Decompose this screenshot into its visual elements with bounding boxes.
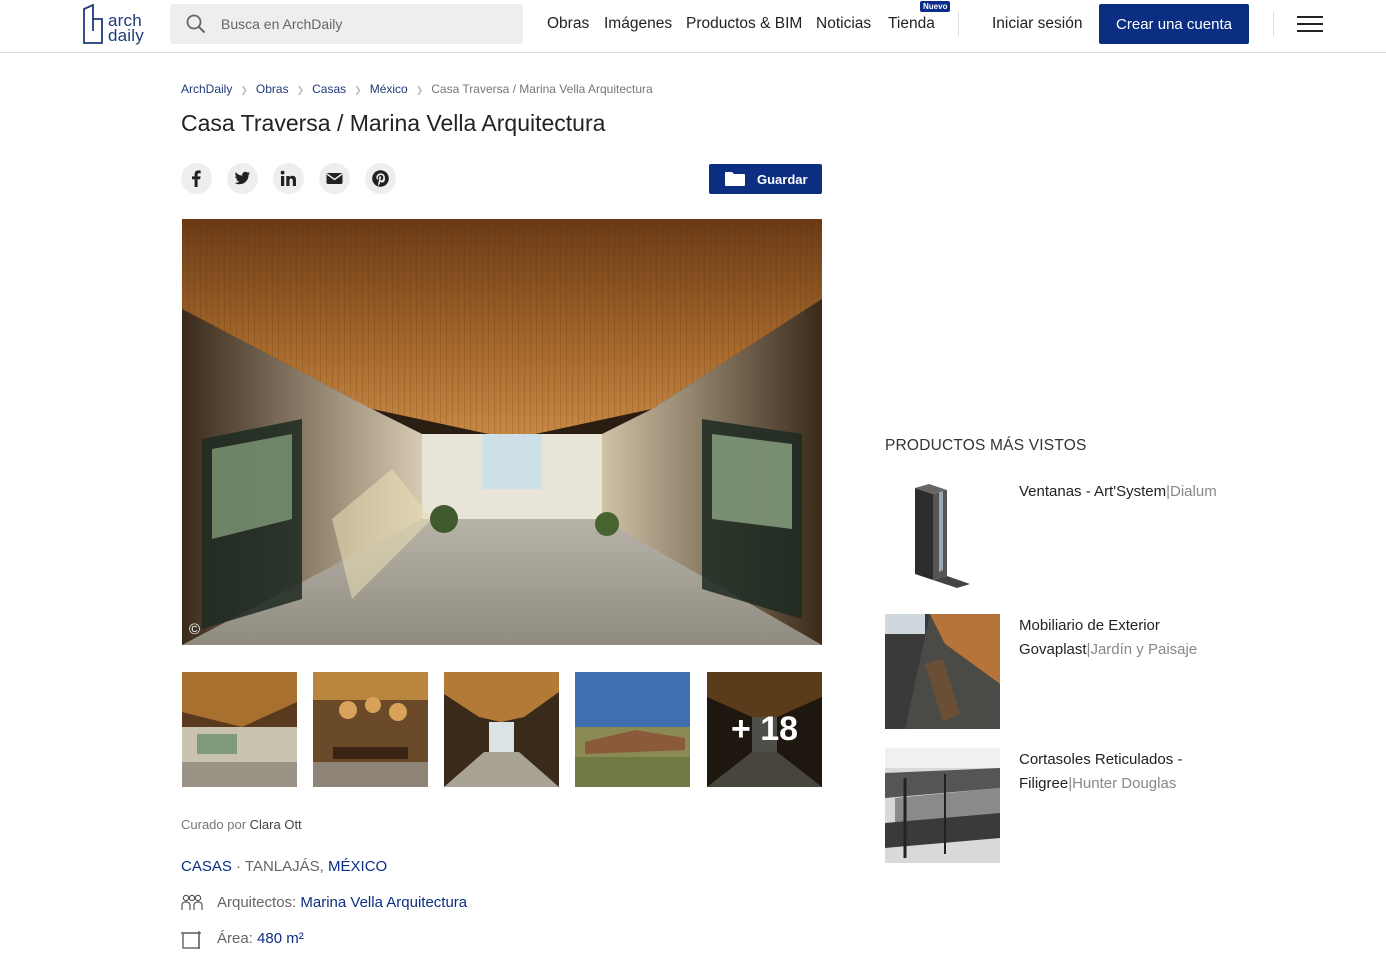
gallery-thumbnail[interactable] [575,672,690,787]
thumbnail-photo [575,672,690,787]
outdoor-furniture-photo [885,614,1000,729]
save-button[interactable]: Guardar [709,164,822,194]
breadcrumb: ArchDaily ❯ Obras ❯ Casas ❯ México ❯ Casa Traver… [181,82,653,96]
hero-image[interactable] [182,219,822,645]
page-title: Casa Traversa / Marina Vella Arquitectur… [181,110,606,136]
people-icon [181,894,203,910]
gallery-more-button[interactable]: + 18 [707,672,822,787]
area-label: Área: [217,930,253,947]
email-icon [326,173,343,184]
area-icon [181,931,201,949]
login-link[interactable]: Iniciar sesión [992,15,1082,33]
more-photos-label: + 18 [707,672,822,787]
nav-obras[interactable]: Obras [547,15,589,33]
facebook-icon [192,170,201,187]
product-brand[interactable]: Jardín y Paisaje [1090,641,1197,658]
nav-noticias[interactable]: Noticias [816,15,871,33]
chevron-right-icon: ❯ [240,85,248,95]
breadcrumb-casas[interactable]: Casas [312,82,346,96]
chevron-right-icon: ❯ [296,85,305,95]
gallery-thumbnail[interactable] [182,672,297,787]
linkedin-icon [280,170,296,186]
architects-label: Arquitectos: [217,894,297,911]
site-header: arch daily Obras Imágenes Productos & BI… [0,0,1386,53]
gallery-thumbnail[interactable] [444,672,559,787]
chevron-right-icon: ❯ [415,85,424,95]
twitter-icon [234,171,251,185]
breadcrumb-obras[interactable]: Obras [256,82,289,96]
pinterest-icon [372,170,389,187]
share-pinterest-button[interactable] [365,163,396,194]
nav-divider [1273,12,1274,36]
product-image [885,748,1000,863]
thumbnail-photo [313,672,428,787]
share-facebook-button[interactable] [181,163,212,194]
sunshade-building-photo [885,748,1000,863]
product-card[interactable]: Mobiliario de Exterior Govaplast|Jardín … [885,614,1225,729]
chevron-right-icon: ❯ [354,85,362,95]
sidebar-title: PRODUCTOS MÁS VISTOS [885,437,1087,454]
curated-prefix: Curado por [181,817,250,832]
copyright-icon[interactable]: © [189,621,200,638]
nav-productos-bim[interactable]: Productos & BIM [686,15,802,33]
window-profile-photo [885,480,1000,595]
nav-divider [958,12,959,36]
archdaily-logo[interactable]: arch daily [80,3,152,47]
menu-icon[interactable] [1297,14,1323,34]
project-tags: CASAS · TANLAJÁS, MÉXICO [181,858,387,875]
tag-separator: · [231,858,245,875]
curator-name[interactable]: Clara Ott [250,817,302,832]
nav-tienda[interactable]: Tienda [888,15,935,33]
gallery-thumbnail[interactable] [313,672,428,787]
breadcrumb-mexico[interactable]: México [370,82,408,96]
product-name: Ventanas - Art'System [1019,483,1167,500]
tag-country[interactable]: MÉXICO [328,858,387,875]
thumbnail-photo [182,672,297,787]
product-brand[interactable]: Dialum [1170,483,1217,500]
interior-corridor-photo [182,219,822,645]
share-linkedin-button[interactable] [273,163,304,194]
logo-text-daily: daily [108,26,144,45]
logo-mark-icon [83,3,103,44]
search-box[interactable] [170,4,523,44]
create-account-button[interactable]: Crear una cuenta [1099,4,1249,44]
product-card[interactable]: Cortasoles Reticulados - Filigree|Hunter… [885,748,1225,863]
breadcrumb-archdaily[interactable]: ArchDaily [181,82,232,96]
curated-by: Curado por Clara Ott [181,817,302,832]
tag-city: TANLAJÁS [244,858,320,875]
product-image [885,614,1000,729]
product-image [885,480,1000,595]
product-brand[interactable]: Hunter Douglas [1072,775,1176,792]
breadcrumb-current: Casa Traversa / Marina Vella Arquitectur… [431,82,653,96]
area-value: 480 m² [257,930,304,947]
folder-icon [725,172,745,186]
search-input[interactable] [221,4,511,44]
search-icon[interactable] [186,14,206,34]
nav-imagenes[interactable]: Imágenes [604,15,672,33]
share-email-button[interactable] [319,163,350,194]
spec-architects: Arquitectos: Marina Vella Arquitectura [181,894,581,914]
share-twitter-button[interactable] [227,163,258,194]
product-card[interactable]: Ventanas - Art'System|Dialum [885,480,1225,595]
tag-category[interactable]: CASAS [181,858,232,875]
spec-area: Área: 480 m² [181,930,581,950]
thumbnail-photo [444,672,559,787]
new-badge: Nuevo [920,1,951,12]
architects-value[interactable]: Marina Vella Arquitectura [300,894,467,911]
save-label: Guardar [757,172,808,187]
tag-comma: , [319,858,329,875]
